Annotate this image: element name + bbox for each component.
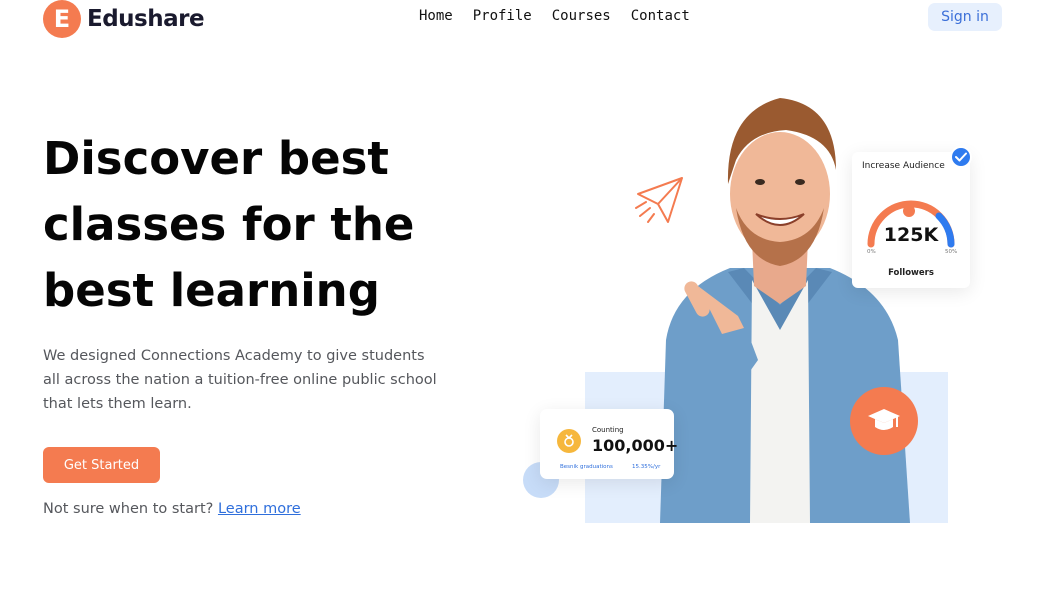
get-started-button[interactable]: Get Started (43, 447, 160, 483)
nav-courses[interactable]: Courses (552, 8, 611, 24)
nav-profile[interactable]: Profile (473, 8, 532, 24)
counting-card: Counting 100,000+ Besnik graduations 15.… (540, 409, 678, 479)
nav-contact[interactable]: Contact (631, 8, 690, 24)
counting-title: Counting (592, 426, 624, 434)
audience-footer: Followers (888, 268, 934, 278)
gauge-min-label: 0% (867, 249, 876, 255)
audience-card: Increase Audience 125K 0% 50% Followers (852, 152, 970, 288)
gauge-max-label: 50% (945, 249, 958, 255)
learn-more-link[interactable]: Learn more (218, 501, 301, 517)
check-icon (950, 146, 972, 168)
brand-logo[interactable]: E Edushare (43, 0, 205, 38)
hero-description: We designed Connections Academy to give … (43, 348, 437, 412)
unsure-line: Not sure when to start? Learn more (43, 501, 301, 517)
brand-name: Edushare (87, 6, 205, 32)
main-nav: Home Profile Courses Contact (419, 8, 690, 24)
counting-left-note: Besnik graduations (560, 464, 613, 470)
medal-icon (557, 429, 581, 453)
graduation-cap-icon (868, 409, 900, 430)
graduation-cap-badge (850, 387, 918, 455)
sign-in-button[interactable]: Sign in (928, 3, 1002, 31)
counting-value: 100,000+ (592, 436, 679, 455)
hero-title: Discover best classes for the best learn… (43, 132, 415, 317)
logo-mark-icon: E (43, 0, 81, 38)
nav-home[interactable]: Home (419, 8, 453, 24)
audience-value: 125K (883, 224, 939, 246)
unsure-text: Not sure when to start? (43, 501, 214, 517)
counting-right-note: 15.35%/yr (632, 464, 661, 470)
